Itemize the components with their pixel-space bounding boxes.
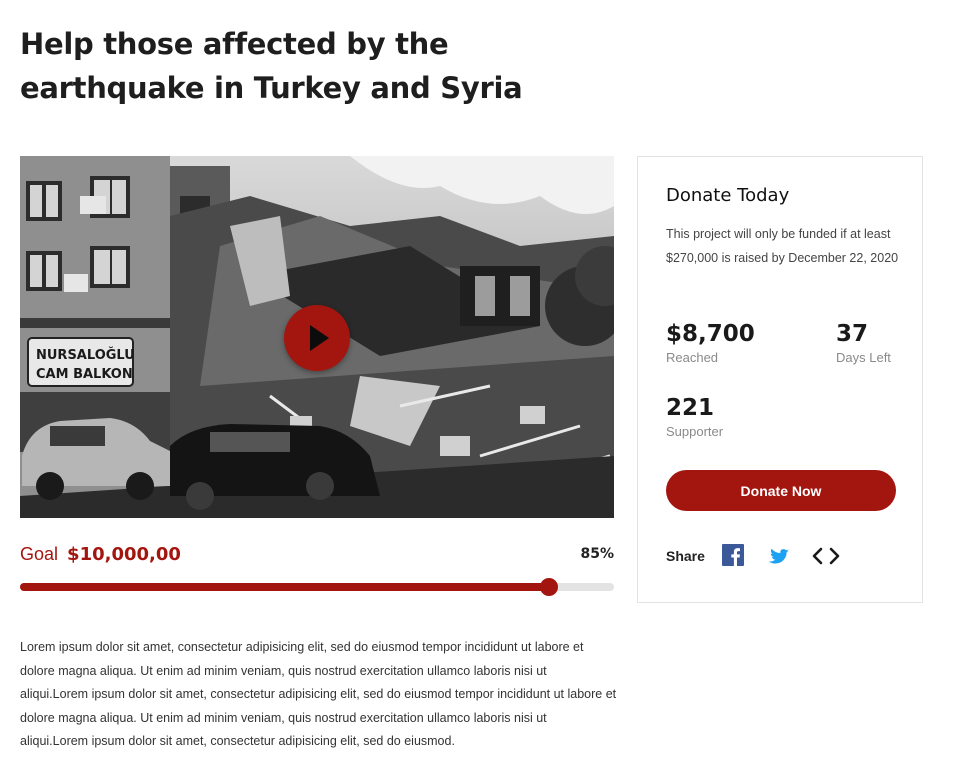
goal-label: Goal bbox=[20, 544, 59, 564]
stat-days-left-value: 37 bbox=[836, 321, 869, 347]
funding-note: This project will only be funded if at l… bbox=[666, 227, 899, 265]
stat-supporters-label: Supporter bbox=[666, 424, 724, 439]
goal-summary: Goal $10,000,00 bbox=[20, 544, 181, 565]
stat-days-left: 37 Days Left bbox=[836, 320, 891, 365]
donate-card: Donate Today This project will only be f… bbox=[637, 156, 923, 603]
donate-now-button[interactable]: Donate Now bbox=[666, 470, 896, 511]
stat-supporters-value: 221 bbox=[666, 395, 715, 421]
progress-fill bbox=[20, 583, 549, 591]
shop-sign-line-1: NURSALOĞLU bbox=[36, 347, 135, 363]
stat-days-left-label: Days Left bbox=[836, 350, 891, 365]
stat-reached-label: Reached bbox=[666, 350, 719, 365]
embed-code-icon[interactable] bbox=[811, 546, 841, 566]
campaign-description: Lorem ipsum dolor sit amet, consectetur … bbox=[20, 640, 617, 748]
stat-supporters: 221 Supporter bbox=[666, 394, 723, 439]
share-label: Share bbox=[666, 548, 705, 564]
progress-handle[interactable] bbox=[539, 578, 558, 596]
progress-percent: 85% bbox=[580, 546, 614, 562]
play-button[interactable] bbox=[284, 305, 350, 371]
goal-amount: $10,000,00 bbox=[67, 544, 181, 565]
stat-reached-value: $8,700 bbox=[666, 321, 755, 347]
page-title: Help those affected by the earthquake in… bbox=[20, 27, 523, 105]
play-icon bbox=[310, 325, 329, 351]
facebook-icon[interactable] bbox=[722, 544, 744, 566]
twitter-icon[interactable] bbox=[766, 545, 790, 565]
stat-reached: $8,700 Reached bbox=[666, 320, 755, 365]
progress-track bbox=[20, 578, 614, 596]
card-title: Donate Today bbox=[666, 185, 790, 206]
shop-sign-line-2: CAM BALKON bbox=[36, 367, 133, 382]
